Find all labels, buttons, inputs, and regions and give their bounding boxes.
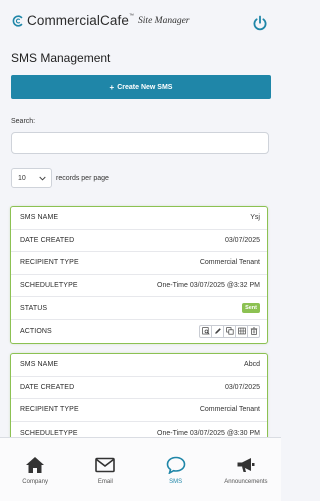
nav-label: SMS: [169, 479, 183, 485]
recipient-type-row: RECIPIENT TYPE Commercial Tenant: [11, 399, 267, 422]
schedule-type-value: One-Time 03/07/2025 @3:32 PM: [157, 282, 260, 290]
search-input[interactable]: [11, 132, 269, 154]
field-label: RECIPIENT TYPE: [20, 406, 79, 414]
sms-name-row: SMS NAME Ysj: [11, 207, 267, 230]
field-label: SCHEDULETYPE: [20, 429, 78, 437]
records-per-page: 10 records per page: [11, 168, 109, 188]
field-label: ACTIONS: [20, 327, 52, 335]
envelope-icon: [95, 457, 116, 473]
field-label: SCHEDULETYPE: [20, 282, 78, 290]
status-row: STATUS Sent: [11, 297, 267, 320]
nav-item-announcements[interactable]: Announcements: [211, 438, 281, 501]
chevron-down-icon: [39, 176, 46, 180]
nav-item-sms[interactable]: SMS: [141, 438, 211, 501]
page-size-select[interactable]: 10: [11, 168, 52, 188]
nav-item-company[interactable]: Company: [0, 438, 70, 501]
recipient-type-row: RECIPIENT TYPE Commercial Tenant: [11, 252, 267, 275]
page-title: SMS Management: [11, 51, 111, 65]
search-label: Search:: [11, 118, 36, 125]
date-created-value: 03/07/2025: [224, 236, 260, 244]
chat-bubble-icon: [166, 456, 185, 474]
schedule-type-value: One-Time 03/07/2025 @3:30 PM: [157, 429, 260, 437]
field-label: SMS NAME: [20, 361, 59, 369]
nav-label: Announcements: [224, 479, 268, 485]
power-icon[interactable]: [252, 15, 268, 31]
schedule-type-row: SCHEDULETYPE One-Time 03/07/2025 @3:32 P…: [11, 275, 267, 298]
field-label: STATUS: [20, 304, 48, 312]
plus-icon: +: [109, 82, 115, 92]
status-badge: Sent: [242, 303, 260, 314]
grid-icon: [237, 327, 246, 335]
pencil-icon: [214, 328, 221, 335]
copy-icon: [225, 327, 234, 335]
recipient-type-value: Commercial Tenant: [199, 259, 260, 267]
page-size-value: 10: [18, 174, 26, 182]
field-label: DATE CREATED: [20, 236, 75, 244]
brand-logo[interactable]: CommercialCafe™ Site Manager: [11, 13, 190, 28]
nav-item-email[interactable]: Email: [70, 438, 140, 501]
nav-label: Email: [97, 479, 113, 485]
bottom-navigation: Company Email SMS Announcements: [0, 437, 281, 501]
actions-row: ACTIONS: [11, 320, 267, 343]
date-created-row: DATE CREATED 03/07/2025: [11, 377, 267, 400]
create-new-sms-button[interactable]: + Create New SMS: [11, 75, 271, 99]
field-label: RECIPIENT TYPE: [20, 259, 79, 267]
field-label: SMS NAME: [20, 214, 59, 222]
megaphone-icon: [237, 458, 255, 472]
sms-record-card: SMS NAME Ysj DATE CREATED 03/07/2025 REC…: [10, 206, 268, 344]
date-created-value: 03/07/2025: [224, 383, 260, 391]
app-header: CommercialCafe™ Site Manager: [0, 0, 281, 44]
home-icon: [26, 457, 45, 473]
sms-name-row: SMS NAME Abcd: [11, 354, 267, 377]
delete-button[interactable]: [247, 324, 260, 338]
sms-name-value: Abcd: [244, 361, 260, 369]
brand-name: CommercialCafe™: [27, 13, 135, 28]
preview-icon: [201, 327, 210, 335]
recipient-type-value: Commercial Tenant: [199, 406, 260, 414]
date-created-row: DATE CREATED 03/07/2025: [11, 230, 267, 253]
records-per-page-label: records per page: [56, 174, 109, 182]
create-new-sms-label: Create New SMS: [117, 83, 173, 91]
brand-subtitle: Site Manager: [138, 15, 190, 26]
action-buttons: [199, 324, 260, 338]
sms-name-value: Ysj: [250, 214, 260, 222]
brand-logo-icon: [12, 14, 23, 27]
trash-icon: [250, 327, 257, 335]
field-label: DATE CREATED: [20, 383, 75, 391]
nav-label: Company: [22, 479, 48, 485]
